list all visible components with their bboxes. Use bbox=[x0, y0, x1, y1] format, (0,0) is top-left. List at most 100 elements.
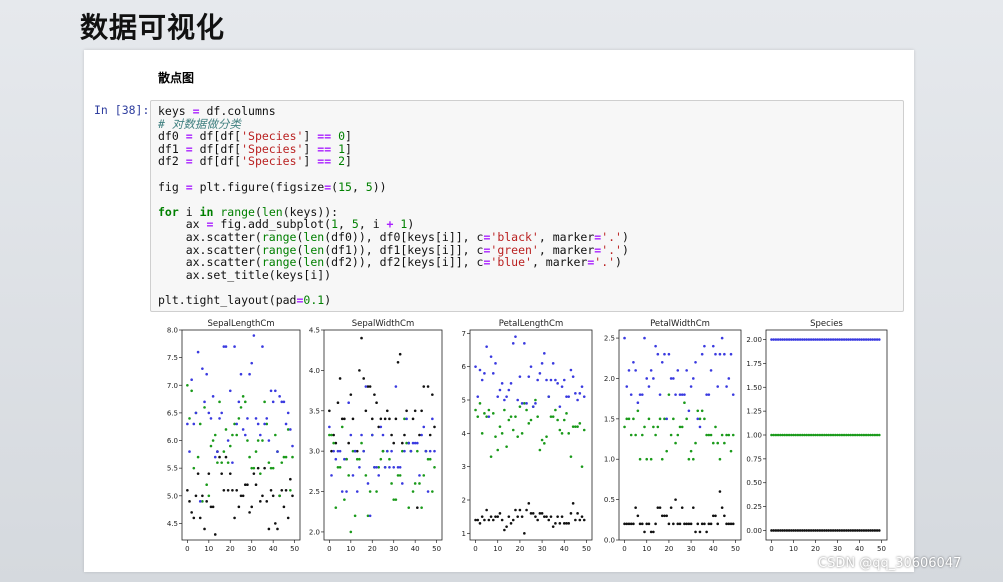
y-tick-label: 0.75 bbox=[746, 455, 762, 463]
scatter-point-blue bbox=[269, 389, 273, 393]
scatter-point-blue bbox=[529, 365, 533, 368]
scatter-point-black bbox=[678, 522, 682, 526]
scatter-point-green bbox=[349, 530, 353, 534]
scatter-point-blue bbox=[235, 422, 239, 426]
scatter-point-blue bbox=[727, 377, 731, 380]
scatter-point-green bbox=[246, 439, 249, 442]
scatter-point-blue bbox=[343, 457, 346, 461]
scatter-point-green bbox=[576, 425, 579, 428]
scatter-point-green bbox=[878, 433, 881, 437]
scatter-point-green bbox=[358, 457, 361, 461]
scatter-point-blue bbox=[263, 422, 266, 426]
scatter-point-blue bbox=[474, 365, 477, 368]
scatter-point-black bbox=[640, 522, 644, 526]
y-tick-label: 2.5 bbox=[604, 335, 615, 343]
scatter-point-black bbox=[625, 522, 629, 526]
scatter-point-black bbox=[433, 425, 436, 429]
scatter-point-black bbox=[549, 515, 553, 518]
output-figure: SepalLengthCm 4.5 5.0 5.5 6.0 6.5 7.0 7.5 8.0 0 10… bbox=[152, 316, 902, 572]
scatter-point-black bbox=[567, 522, 571, 525]
scatter-point-blue bbox=[674, 393, 677, 396]
scatter-point-black bbox=[538, 512, 542, 515]
scatter-point-green bbox=[364, 474, 368, 477]
scatter-point-blue bbox=[233, 345, 236, 348]
axes-frame bbox=[181, 329, 301, 541]
scatter-point-black bbox=[580, 515, 584, 518]
scatter-point-blue bbox=[360, 433, 363, 437]
scatter-point-green bbox=[705, 433, 708, 437]
scatter-point-black bbox=[551, 525, 555, 528]
scatter-point-green bbox=[503, 408, 506, 412]
scatter-point-black bbox=[707, 522, 711, 526]
scatter-point-black bbox=[211, 505, 215, 509]
scatter-point-blue bbox=[220, 411, 223, 415]
x-tick-label: 50 bbox=[290, 545, 299, 553]
code-cell-input[interactable]: keys = df.columns # 对数据做分类 df0 = df[df['… bbox=[150, 100, 904, 312]
scatter-point-green bbox=[284, 455, 288, 459]
x-tick-label: 20 bbox=[664, 545, 673, 553]
scatter-point-blue bbox=[375, 466, 378, 469]
y-tick-label: 2.0 bbox=[604, 375, 615, 383]
code-text: keys = df.columns # 对数据做分类 df0 = df[df['… bbox=[151, 101, 903, 307]
scatter-point-green bbox=[241, 395, 245, 398]
scatter-point-green bbox=[340, 425, 344, 429]
scatter-point-green bbox=[330, 433, 333, 437]
scatter-point-green bbox=[580, 465, 584, 468]
scatter-point-green bbox=[549, 415, 553, 418]
scatter-point-green bbox=[687, 457, 691, 461]
scatter-point-black bbox=[392, 441, 396, 445]
scatter-point-green bbox=[623, 425, 626, 429]
scatter-point-black bbox=[349, 393, 353, 396]
scatter-point-black bbox=[398, 352, 402, 356]
scatter-point-green bbox=[394, 498, 398, 501]
scatter-point-black bbox=[416, 506, 419, 509]
scatter-point-blue bbox=[201, 367, 204, 370]
scatter-point-green bbox=[280, 461, 284, 464]
scatter-point-black bbox=[683, 522, 686, 526]
scatter-point-black bbox=[647, 522, 651, 526]
scatter-point-green bbox=[487, 408, 491, 412]
scatter-point-blue bbox=[416, 441, 419, 445]
scatter-point-green bbox=[529, 418, 533, 422]
scatter-point-blue bbox=[228, 389, 232, 393]
scatter-point-green bbox=[663, 417, 666, 421]
scatter-point-blue bbox=[355, 490, 359, 493]
scatter-point-blue bbox=[218, 417, 221, 420]
scatter-point-blue bbox=[696, 417, 700, 421]
scatter-point-green bbox=[483, 412, 486, 415]
scatter-point-blue bbox=[330, 474, 333, 477]
scatter-point-black bbox=[426, 385, 430, 388]
scatter-point-blue bbox=[205, 372, 208, 376]
scatter-point-black bbox=[536, 518, 539, 522]
x-tick-label: 30 bbox=[538, 545, 547, 553]
scatter-point-blue bbox=[678, 393, 682, 396]
scatter-point-green bbox=[220, 461, 223, 464]
scatter-point-blue bbox=[729, 352, 733, 356]
scatter-point-blue bbox=[489, 355, 493, 358]
scatter-point-blue bbox=[487, 415, 491, 418]
scatter-point-blue bbox=[284, 422, 288, 426]
scatter-point-blue bbox=[689, 385, 693, 388]
scatter-point-blue bbox=[224, 345, 228, 348]
scatter-point-blue bbox=[509, 382, 513, 385]
scatter-point-green bbox=[289, 488, 292, 492]
scatter-point-green bbox=[411, 490, 415, 493]
scatter-point-blue bbox=[409, 449, 413, 453]
scatter-point-black bbox=[509, 522, 513, 525]
scatter-point-black bbox=[529, 512, 533, 515]
scatter-point-blue bbox=[536, 378, 539, 382]
scatter-point-black bbox=[667, 522, 671, 526]
scatter-point-blue bbox=[428, 449, 432, 453]
x-tick-label: 0 bbox=[327, 545, 331, 553]
subplot-title: PetalWidthCm bbox=[650, 319, 710, 329]
scatter-point-blue bbox=[433, 449, 436, 453]
y-tick-label: 4.5 bbox=[309, 327, 320, 335]
scatter-point-green bbox=[224, 428, 228, 431]
y-tick-label: 4 bbox=[462, 430, 467, 438]
scatter-point-blue bbox=[578, 392, 582, 395]
y-tick-label: 7.5 bbox=[167, 354, 178, 362]
scatter-point-black bbox=[259, 500, 262, 503]
scatter-point-black bbox=[233, 516, 236, 520]
scatter-point-black bbox=[505, 525, 508, 528]
scatter-point-black bbox=[703, 522, 706, 526]
